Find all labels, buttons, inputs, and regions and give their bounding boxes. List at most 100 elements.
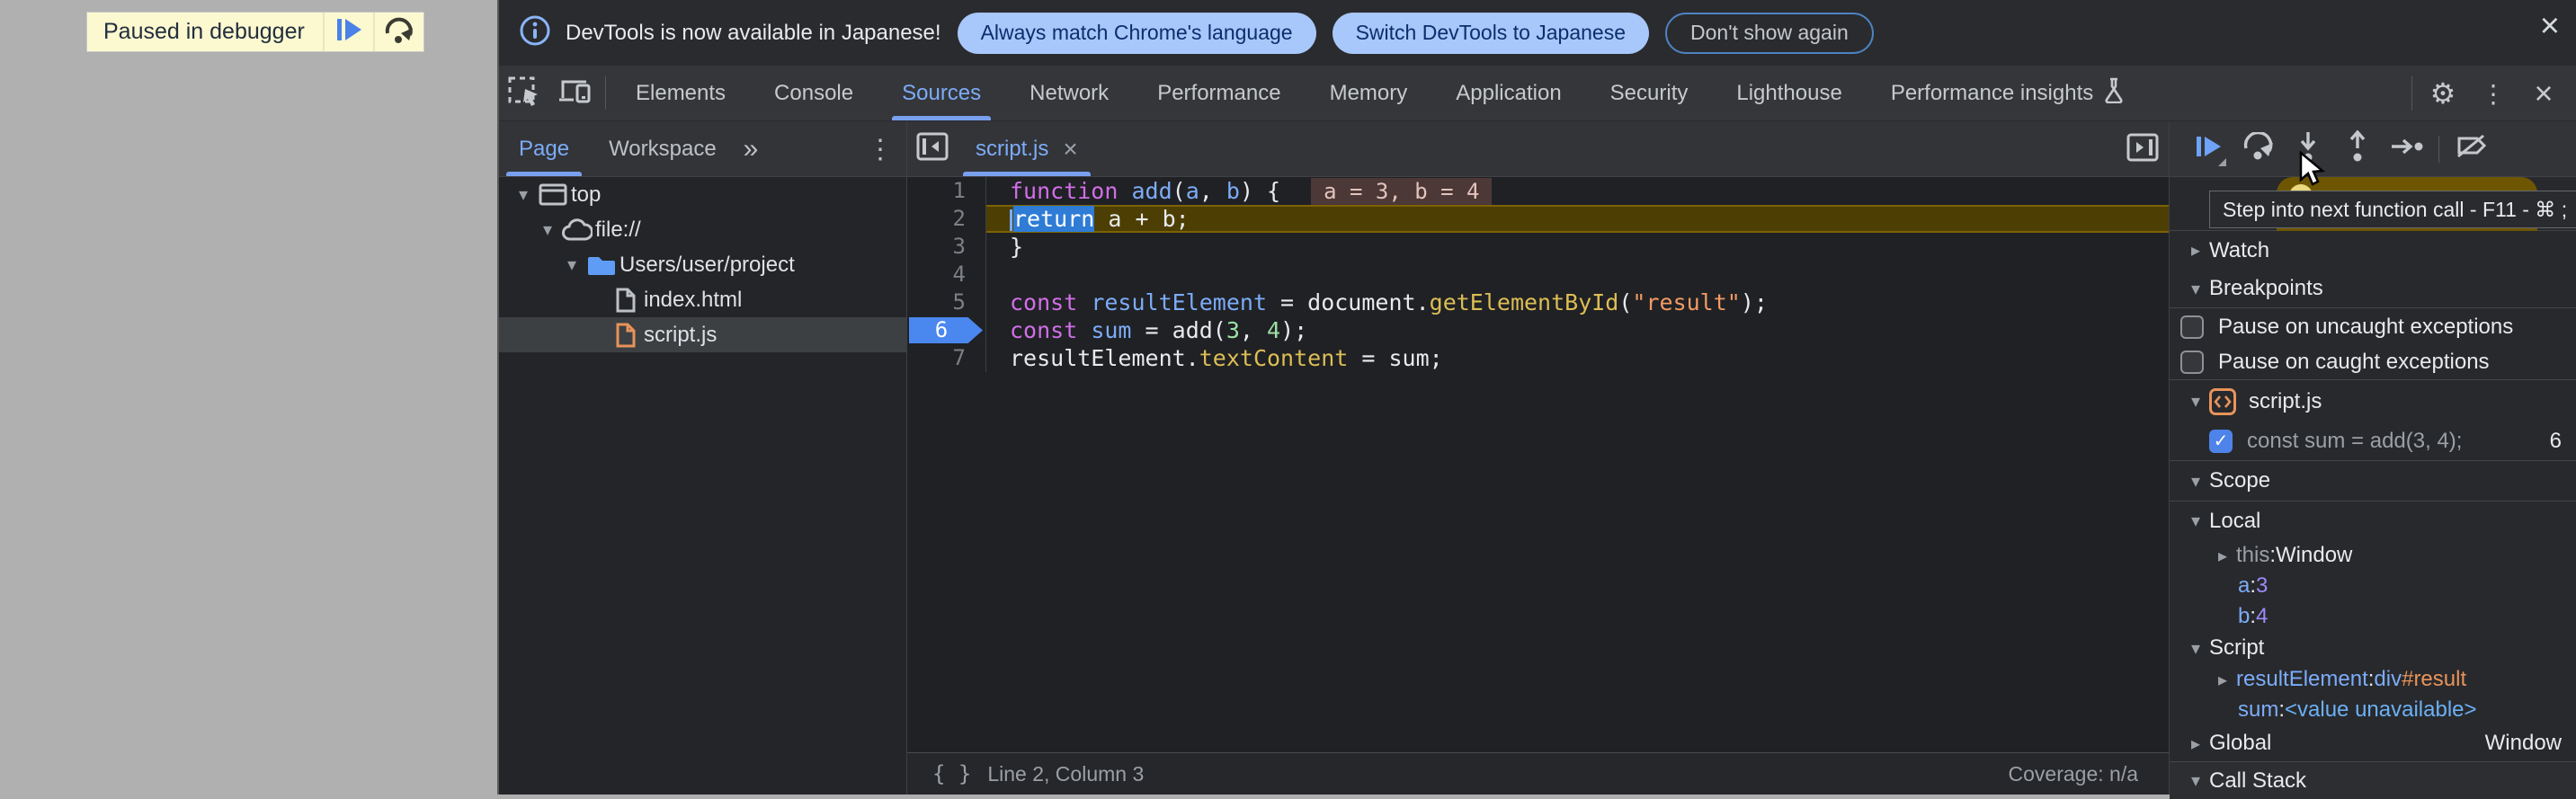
gutter-line-6[interactable]: 6 <box>907 316 986 344</box>
expander-icon[interactable]: ▸ <box>2209 669 2236 691</box>
tab-security[interactable]: Security <box>1586 66 1713 120</box>
infobar-close-icon[interactable]: × <box>2540 9 2560 43</box>
pause-on-uncaught-exceptions[interactable]: Pause on uncaught exceptions <box>2170 307 2576 345</box>
call-stack-section[interactable]: ▾Call Stack <box>2170 761 2576 799</box>
tab-elements[interactable]: Elements <box>611 66 750 120</box>
scope-var-a[interactable]: a: 3 <box>2170 571 2576 601</box>
checkbox-checked[interactable]: ✓ <box>2209 430 2233 453</box>
tab-console[interactable]: Console <box>750 66 878 120</box>
watch-section[interactable]: ▸Watch <box>2170 230 2576 270</box>
gutter-line-5[interactable]: 5 <box>907 289 986 316</box>
tree-item-users-user-project[interactable]: ▾Users/user/project <box>499 247 906 282</box>
navigator-more-options-button[interactable]: ⋮ <box>867 121 894 177</box>
expander-icon[interactable]: ▾ <box>512 183 535 206</box>
overlay-resume-button[interactable] <box>323 13 373 51</box>
expander-icon[interactable]: ▾ <box>2182 510 2209 532</box>
inspect-element-button[interactable] <box>499 66 549 120</box>
scope-script[interactable]: ▾Script <box>2170 632 2576 664</box>
close-devtools-button[interactable]: × <box>2518 66 2569 121</box>
tab-performance[interactable]: Performance <box>1133 66 1305 120</box>
code-text[interactable]: const sum = add(3, 4); <box>986 316 2169 344</box>
step-out-button[interactable] <box>2332 121 2382 177</box>
scope-resultelement[interactable]: ▸resultElement: div#result <box>2170 664 2576 695</box>
code-text[interactable]: } <box>986 233 2169 261</box>
gutter-line-2[interactable]: 2 <box>907 205 986 233</box>
breakpoints-section[interactable]: ▾Breakpoints <box>2170 270 2576 307</box>
code-token: resultElement <box>1010 345 1186 371</box>
step-over-button[interactable] <box>2233 121 2283 177</box>
tab-memory[interactable]: Memory <box>1306 66 1432 120</box>
gutter-line-7[interactable]: 7 <box>907 344 986 372</box>
resume-button[interactable] <box>2184 121 2233 177</box>
code-line-1[interactable]: 1function add(a, b) {a = 3, b = 4 <box>907 177 2169 205</box>
tab-lighthouse[interactable]: Lighthouse <box>1712 66 1866 120</box>
code-line-2[interactable]: 2return a + b; <box>907 205 2169 233</box>
code-line-6[interactable]: 6const sum = add(3, 4); <box>907 316 2169 344</box>
more-options-button[interactable]: ⋮ <box>2468 66 2518 121</box>
flask-icon <box>2093 76 2126 110</box>
tree-item-index-html[interactable]: index.html <box>499 282 906 317</box>
code-token: = <box>1267 289 1307 315</box>
more-tabs-chevron-icon[interactable]: » <box>736 121 766 176</box>
overlay-step-over-button[interactable] <box>373 13 423 51</box>
tree-item-file-[interactable]: ▾file:// <box>499 212 906 247</box>
expander-icon[interactable]: ▾ <box>2182 637 2209 660</box>
hide-navigator-button[interactable] <box>907 121 958 176</box>
scope-var-b[interactable]: b: 4 <box>2170 601 2576 632</box>
code-line-3[interactable]: 3} <box>907 233 2169 261</box>
expander-icon[interactable]: ▾ <box>2182 278 2209 300</box>
breakpoint-entry[interactable]: ✓const sum = add(3, 4);6 <box>2170 422 2576 460</box>
switch-to-japanese-button[interactable]: Switch DevTools to Japanese <box>1333 13 1649 54</box>
device-toolbar-button[interactable] <box>549 66 600 120</box>
code-line-7[interactable]: 7resultElement.textContent = sum; <box>907 344 2169 372</box>
checkbox-unchecked[interactable] <box>2180 351 2204 374</box>
expander-icon[interactable]: ▸ <box>2182 732 2209 755</box>
scope-section[interactable]: ▾Scope <box>2170 460 2576 501</box>
expander-icon[interactable]: ▸ <box>2182 239 2209 262</box>
code-token: 3 <box>1226 317 1240 343</box>
code-text[interactable]: resultElement.textContent = sum; <box>986 344 2169 372</box>
scope-local[interactable]: ▾Local <box>2170 501 2576 540</box>
always-match-language-button[interactable]: Always match Chrome's language <box>958 13 1316 54</box>
expander-icon[interactable]: ▾ <box>536 218 559 241</box>
tab-performance-insights[interactable]: Performance insights <box>1867 66 2150 120</box>
code-line-5[interactable]: 5const resultElement = document.getEleme… <box>907 289 2169 316</box>
scope-global[interactable]: ▸GlobalWindow <box>2170 725 2576 761</box>
code-text[interactable] <box>986 261 2169 289</box>
scope-sum[interactable]: sum: <value unavailable> <box>2170 695 2576 725</box>
code-editor[interactable]: 1function add(a, b) {a = 3, b = 42return… <box>907 177 2169 752</box>
file-tab-scriptjs[interactable]: script.js × <box>958 121 1096 176</box>
expander-icon[interactable]: ▸ <box>2209 545 2236 567</box>
expander-icon[interactable]: ▾ <box>2182 470 2209 493</box>
code-line-4[interactable]: 4 <box>907 261 2169 289</box>
hide-debugger-sidebar-button[interactable] <box>2126 121 2160 177</box>
tree-item-top[interactable]: ▾top <box>499 177 906 212</box>
scope-this[interactable]: ▸this: Window <box>2170 540 2576 571</box>
tab-page[interactable]: Page <box>499 121 589 176</box>
code-text[interactable]: const resultElement = document.getElemen… <box>986 289 2169 316</box>
code-text[interactable]: function add(a, b) {a = 3, b = 4 <box>986 177 2169 205</box>
expander-icon[interactable]: ▾ <box>2182 769 2209 792</box>
dont-show-again-button[interactable]: Don't show again <box>1665 13 1874 54</box>
tab-network[interactable]: Network <box>1005 66 1133 120</box>
breakpoint-file-group[interactable]: ▾script.js <box>2170 379 2576 422</box>
step-button[interactable] <box>2382 121 2431 177</box>
tab-sources[interactable]: Sources <box>878 66 1005 120</box>
expander-icon[interactable]: ▾ <box>2182 390 2209 413</box>
pause-on-caught-exceptions[interactable]: Pause on caught exceptions <box>2170 345 2576 379</box>
gutter-line-3[interactable]: 3 <box>907 233 986 261</box>
settings-button[interactable]: ⚙ <box>2418 66 2468 121</box>
gutter-line-1[interactable]: 1 <box>907 177 986 205</box>
deactivate-breakpoints-button[interactable] <box>2447 121 2496 177</box>
code-text[interactable]: return a + b; <box>986 205 2169 233</box>
close-tab-icon[interactable]: × <box>1063 135 1077 164</box>
expander-icon[interactable]: ▾ <box>560 253 584 276</box>
breakpoint-marker[interactable]: 6 <box>909 317 983 343</box>
tree-item-script-js[interactable]: script.js <box>499 317 906 352</box>
tab-workspace[interactable]: Workspace <box>589 121 736 176</box>
gutter-line-4[interactable]: 4 <box>907 261 986 289</box>
browser-page: Paused in debugger <box>0 0 497 795</box>
tab-application[interactable]: Application <box>1431 66 1585 120</box>
pretty-print-button[interactable]: { } <box>907 761 987 786</box>
checkbox-unchecked[interactable] <box>2180 315 2204 339</box>
